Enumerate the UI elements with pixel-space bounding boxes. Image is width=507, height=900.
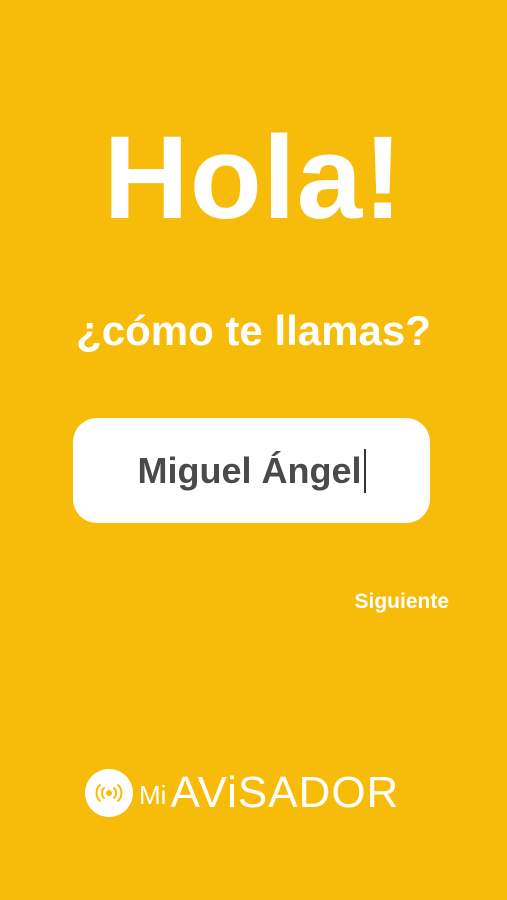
name-question: ¿cómo te llamas? [76,307,431,354]
greeting-title: Hola! [103,112,404,244]
name-input[interactable]: Miguel Ángel [73,418,430,523]
name-input-value: Miguel Ángel [137,449,362,491]
text-cursor [363,448,366,493]
brand-logo: Mi AViSADOR [85,765,399,821]
brand-prefix: Mi [139,779,167,810]
broadcast-icon [85,769,133,817]
brand-name: AViSADOR [170,768,400,817]
next-button[interactable]: Siguiente [354,590,449,614]
